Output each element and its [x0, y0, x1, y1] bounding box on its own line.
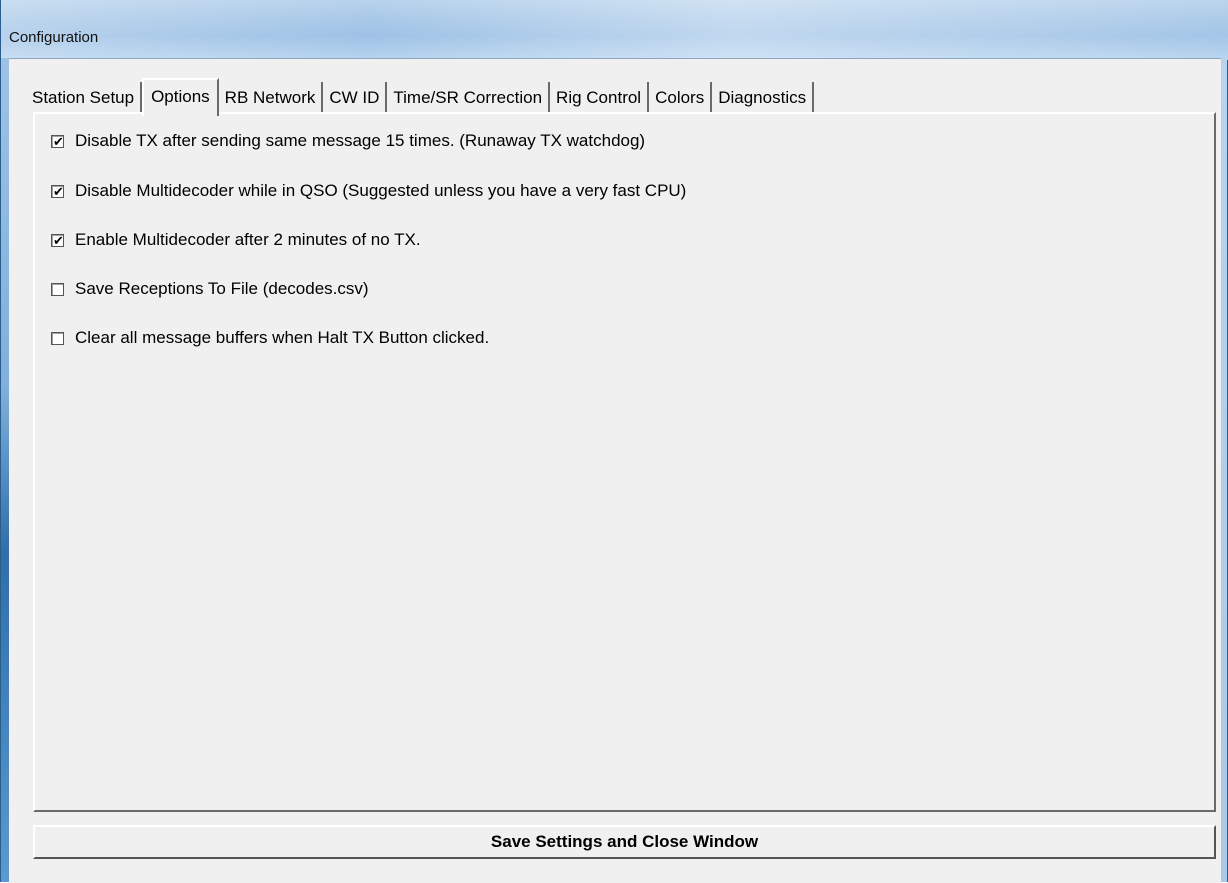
configuration-window: Configuration Station Setup Options RB N… — [0, 0, 1228, 883]
window-left-frame — [1, 58, 9, 882]
tab-cw-id[interactable]: CW ID — [323, 82, 388, 114]
checkbox-disable-multidecoder-in-qso[interactable]: ✔ — [51, 184, 64, 199]
option-label: Disable Multidecoder while in QSO (Sugge… — [75, 181, 687, 200]
checkbox-runaway-tx-watchdog[interactable]: ✔ — [51, 134, 64, 149]
checkbox-save-receptions-to-file[interactable] — [51, 282, 64, 296]
option-label: Disable TX after sending same message 15… — [75, 131, 646, 150]
save-and-close-button[interactable]: Save Settings and Close Window — [33, 825, 1216, 859]
checkmark-icon: ✔ — [53, 133, 64, 149]
option-label: Enable Multidecoder after 2 minutes of n… — [75, 230, 421, 249]
tab-colors[interactable]: Colors — [649, 82, 713, 114]
title-bar-gloss — [1, 0, 1228, 60]
tab-rb-network[interactable]: RB Network — [219, 82, 324, 114]
tab-strip: Station Setup Options RB Network CW ID T… — [25, 76, 815, 116]
checkbox-clear-buffers-on-halt[interactable] — [51, 331, 64, 345]
tab-time-sr-correction[interactable]: Time/SR Correction — [387, 82, 551, 114]
option-save-receptions-to-file[interactable]: Save Receptions To File (decodes.csv) — [51, 279, 369, 299]
option-runaway-tx-watchdog[interactable]: ✔ Disable TX after sending same message … — [51, 131, 645, 151]
checkmark-icon: ✔ — [53, 232, 64, 248]
options-tab-panel — [33, 112, 1216, 812]
title-bar[interactable]: Configuration — [1, 0, 1228, 60]
option-disable-multidecoder-in-qso[interactable]: ✔ Disable Multidecoder while in QSO (Sug… — [51, 181, 686, 201]
tab-options[interactable]: Options — [142, 78, 219, 116]
option-clear-buffers-on-halt[interactable]: Clear all message buffers when Halt TX B… — [51, 328, 489, 348]
window-title: Configuration — [9, 29, 99, 46]
tab-station-setup[interactable]: Station Setup — [25, 82, 143, 114]
option-label: Clear all message buffers when Halt TX B… — [75, 328, 490, 347]
option-label: Save Receptions To File (decodes.csv) — [75, 279, 369, 298]
checkbox-enable-multidecoder-after-no-tx[interactable]: ✔ — [51, 233, 64, 248]
option-enable-multidecoder-after-no-tx[interactable]: ✔ Enable Multidecoder after 2 minutes of… — [51, 230, 421, 250]
tab-rig-control[interactable]: Rig Control — [550, 82, 650, 114]
tab-diagnostics[interactable]: Diagnostics — [712, 82, 815, 114]
checkmark-icon: ✔ — [53, 183, 64, 199]
